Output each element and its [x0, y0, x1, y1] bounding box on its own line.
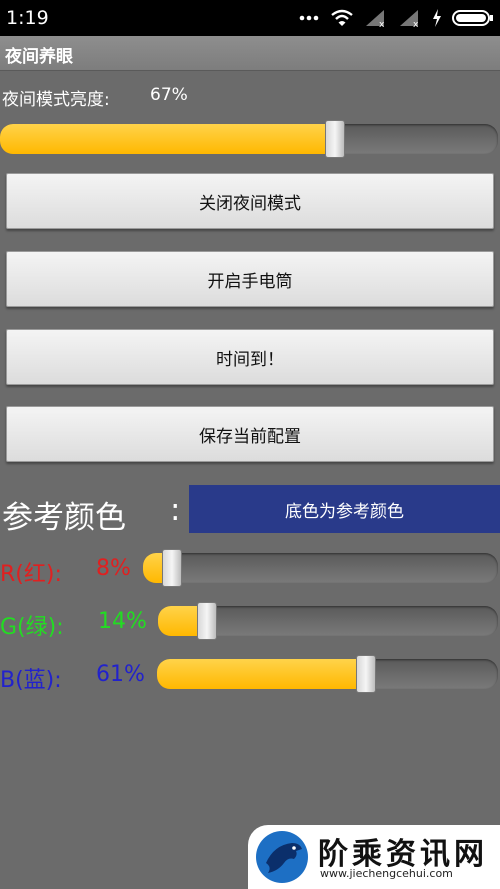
blue-value: 61%	[96, 662, 145, 687]
slider-fill	[157, 659, 365, 689]
status-time: 1:19	[6, 7, 49, 29]
blue-label: B(蓝):	[0, 668, 62, 693]
watermark-url: www.jiechengcehui.com	[320, 867, 453, 880]
watermark: 阶乘资讯网 www.jiechengcehui.com	[248, 825, 500, 889]
slider-thumb[interactable]	[325, 120, 345, 158]
green-value: 14%	[98, 609, 147, 634]
more-dots-icon	[298, 8, 320, 28]
brightness-value: 67%	[150, 85, 188, 105]
reference-color-swatch: 底色为参考颜色	[189, 485, 500, 533]
svg-text:x: x	[413, 20, 419, 28]
status-bar: 1:19 x x	[0, 0, 500, 36]
status-icons: x x	[298, 8, 494, 28]
slider-fill	[0, 124, 334, 154]
battery-icon	[452, 8, 494, 28]
save-config-button[interactable]: 保存当前配置	[6, 406, 494, 462]
green-label: G(绿):	[0, 615, 64, 640]
brightness-slider[interactable]	[0, 120, 498, 158]
red-slider[interactable]	[143, 549, 498, 587]
signal-icon-2: x	[398, 8, 422, 28]
red-label: R(红):	[0, 562, 62, 587]
red-value: 8%	[96, 556, 131, 581]
slider-thumb[interactable]	[162, 549, 182, 587]
brightness-label: 夜间模式亮度:	[2, 90, 110, 110]
flashlight-button[interactable]: 开启手电筒	[6, 251, 494, 307]
wifi-icon	[330, 8, 354, 28]
signal-icon-1: x	[364, 8, 388, 28]
charging-icon	[432, 8, 442, 28]
green-slider[interactable]	[158, 602, 498, 640]
brightness-row: 夜间模式亮度: 67%	[0, 83, 500, 110]
slider-thumb[interactable]	[197, 602, 217, 640]
reference-swatch-text: 底色为参考颜色	[285, 501, 404, 522]
reference-colon: :	[170, 492, 181, 528]
close-night-mode-button[interactable]: 关闭夜间模式	[6, 173, 494, 229]
app-title-bar: 夜间养眼	[0, 36, 500, 71]
eagle-logo-icon	[254, 829, 310, 885]
time-up-button[interactable]: 时间到！	[6, 329, 494, 385]
slider-track	[143, 553, 498, 583]
app-title: 夜间养眼	[5, 47, 73, 67]
blue-slider[interactable]	[157, 655, 498, 693]
slider-thumb[interactable]	[356, 655, 376, 693]
svg-text:x: x	[379, 20, 385, 28]
reference-color-label: 参考颜色	[2, 500, 126, 536]
